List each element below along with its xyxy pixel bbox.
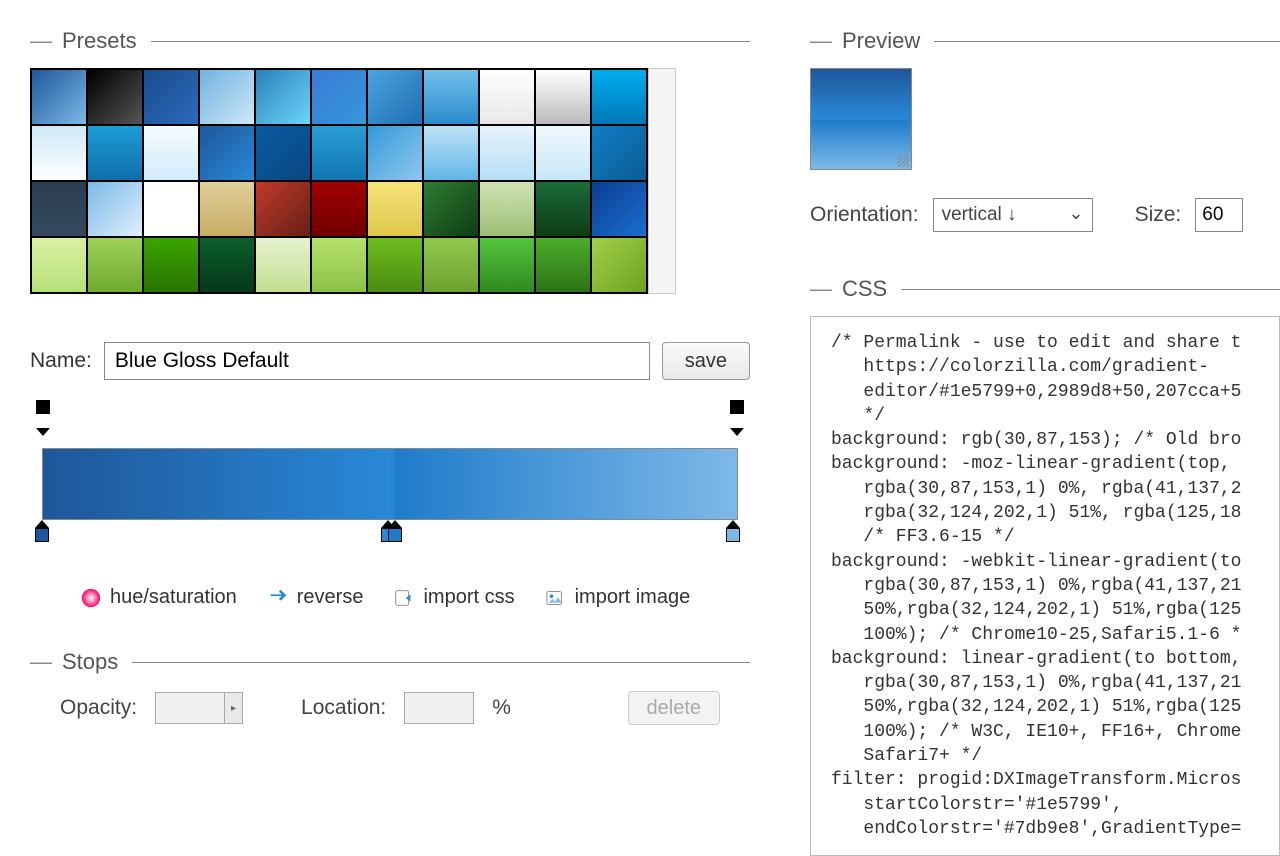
preset-swatch[interactable]	[255, 181, 311, 237]
preset-swatch[interactable]	[87, 237, 143, 293]
orientation-value: vertical ↓	[942, 204, 1017, 226]
import-image-button[interactable]: import image	[545, 586, 691, 609]
preview-title: Preview	[842, 28, 920, 54]
preset-swatch[interactable]	[143, 181, 199, 237]
preset-swatch[interactable]	[591, 125, 647, 181]
preset-swatch[interactable]	[367, 181, 423, 237]
preset-swatch[interactable]	[199, 69, 255, 125]
name-label: Name:	[30, 349, 92, 373]
preset-swatch[interactable]	[255, 237, 311, 293]
preset-swatch[interactable]	[31, 237, 87, 293]
preset-swatch[interactable]	[199, 181, 255, 237]
delete-button[interactable]: delete	[628, 691, 721, 725]
preset-swatch[interactable]	[367, 69, 423, 125]
import-image-icon	[545, 587, 567, 609]
color-stop[interactable]	[33, 520, 51, 542]
import-image-label: import image	[575, 586, 691, 609]
reverse-icon	[267, 587, 289, 609]
preset-swatch[interactable]	[535, 125, 591, 181]
preset-swatch[interactable]	[199, 237, 255, 293]
preset-swatch[interactable]	[87, 69, 143, 125]
opacity-spinner[interactable]: ▸	[225, 692, 243, 724]
css-output[interactable]: /* Permalink - use to edit and share t h…	[810, 316, 1280, 856]
location-label: Location:	[301, 696, 386, 720]
gradient-bar[interactable]	[42, 448, 738, 520]
orientation-select[interactable]: vertical ↓	[933, 198, 1093, 232]
preset-swatch[interactable]	[311, 69, 367, 125]
preset-swatch[interactable]	[87, 125, 143, 181]
preset-swatch[interactable]	[591, 69, 647, 125]
css-header: — CSS	[810, 276, 1280, 302]
reverse-label: reverse	[297, 586, 364, 609]
opacity-stop[interactable]	[34, 422, 52, 444]
preset-swatch[interactable]	[423, 69, 479, 125]
resize-handle-icon[interactable]	[895, 153, 909, 167]
reverse-button[interactable]: reverse	[267, 586, 364, 609]
hue-label: hue/saturation	[110, 586, 237, 609]
presets-grid	[30, 68, 648, 294]
preset-swatch[interactable]	[423, 237, 479, 293]
import-css-label: import css	[423, 586, 514, 609]
size-input[interactable]	[1195, 198, 1243, 232]
stops-title: Stops	[62, 649, 118, 675]
opacity-input[interactable]	[155, 692, 225, 724]
preset-swatch[interactable]	[255, 69, 311, 125]
color-stop[interactable]	[724, 520, 742, 542]
preset-swatch[interactable]	[143, 69, 199, 125]
preset-swatch[interactable]	[87, 181, 143, 237]
presets-scrollbar[interactable]	[648, 68, 676, 294]
presets-title: Presets	[62, 28, 137, 54]
presets-header: — Presets	[30, 28, 750, 54]
stops-header: — Stops	[30, 649, 750, 675]
preset-swatch[interactable]	[143, 125, 199, 181]
import-css-icon	[393, 587, 415, 609]
preset-swatch[interactable]	[535, 181, 591, 237]
preset-swatch[interactable]	[479, 237, 535, 293]
opacity-stop[interactable]	[728, 422, 746, 444]
preset-swatch[interactable]	[479, 125, 535, 181]
percent-label: %	[492, 696, 511, 720]
preset-swatch[interactable]	[255, 125, 311, 181]
color-stop[interactable]	[386, 520, 404, 542]
preset-swatch[interactable]	[311, 181, 367, 237]
preview-swatch[interactable]	[810, 68, 912, 170]
preset-swatch[interactable]	[535, 69, 591, 125]
preset-swatch[interactable]	[479, 181, 535, 237]
preset-swatch[interactable]	[535, 237, 591, 293]
save-button[interactable]: save	[662, 342, 750, 380]
css-title: CSS	[842, 276, 887, 302]
preset-swatch[interactable]	[31, 125, 87, 181]
preset-swatch[interactable]	[311, 237, 367, 293]
preset-swatch[interactable]	[143, 237, 199, 293]
preset-swatch[interactable]	[479, 69, 535, 125]
hue-icon	[80, 587, 102, 609]
preview-header: — Preview	[810, 28, 1280, 54]
import-css-button[interactable]: import css	[393, 586, 514, 609]
gradient-editor[interactable]	[30, 418, 750, 558]
orientation-label: Orientation:	[810, 203, 919, 227]
preset-swatch[interactable]	[31, 69, 87, 125]
preset-swatch[interactable]	[31, 181, 87, 237]
opacity-label: Opacity:	[60, 696, 137, 720]
size-label: Size:	[1135, 203, 1182, 227]
hue-saturation-button[interactable]: hue/saturation	[80, 586, 237, 609]
name-input[interactable]	[104, 342, 650, 380]
preset-swatch[interactable]	[367, 237, 423, 293]
preset-swatch[interactable]	[423, 181, 479, 237]
preset-swatch[interactable]	[367, 125, 423, 181]
preset-swatch[interactable]	[423, 125, 479, 181]
location-input[interactable]	[404, 692, 474, 724]
preset-swatch[interactable]	[591, 181, 647, 237]
preset-swatch[interactable]	[311, 125, 367, 181]
preset-swatch[interactable]	[591, 237, 647, 293]
preset-swatch[interactable]	[199, 125, 255, 181]
